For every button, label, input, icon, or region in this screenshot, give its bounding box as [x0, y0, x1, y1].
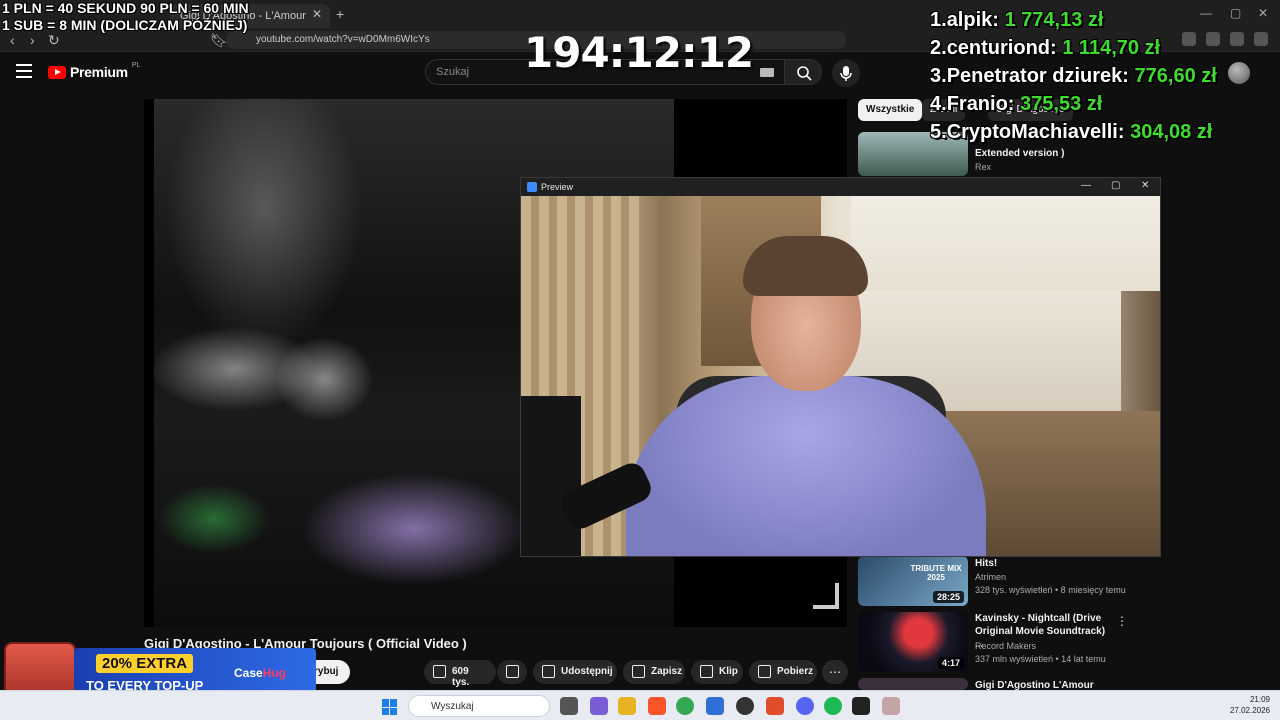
- menu-icon[interactable]: [1254, 32, 1268, 46]
- preview-titlebar[interactable]: Preview — ▢ ✕: [521, 178, 1160, 196]
- leaderboard-row: 3.Penetrator dziurek: 776,60 zł: [930, 65, 1217, 87]
- preview-title: Preview: [541, 182, 574, 192]
- keyboard-icon[interactable]: [760, 68, 774, 77]
- search-icon: [797, 66, 812, 81]
- reload-icon[interactable]: ↻: [48, 32, 60, 49]
- download-icon: [758, 665, 771, 678]
- youtube-logo[interactable]: Premium PL: [48, 61, 141, 80]
- app-icon[interactable]: [882, 697, 900, 715]
- maximize-icon[interactable]: ▢: [1111, 180, 1120, 191]
- store-icon[interactable]: [706, 697, 724, 715]
- terminal-icon[interactable]: [852, 697, 870, 715]
- dislike-button[interactable]: [497, 660, 527, 684]
- channel-watermark-icon: [813, 583, 839, 609]
- forward-icon[interactable]: ›: [30, 32, 35, 48]
- brave-icon[interactable]: [766, 697, 784, 715]
- close-window-icon[interactable]: ✕: [1258, 6, 1268, 20]
- microphone-icon: [840, 66, 852, 81]
- video-duration: 28:25: [932, 591, 964, 603]
- taskview-icon[interactable]: [560, 697, 578, 715]
- recommendation-channel[interactable]: Record Makers: [975, 641, 1036, 651]
- system-clock[interactable]: 21:09 27.02.2026: [1230, 694, 1270, 716]
- search-button[interactable]: [784, 59, 822, 85]
- windows-start-icon[interactable]: [382, 699, 398, 715]
- leaderboard-row: 5.CryptoMachiavelli: 304,08 zł: [930, 121, 1213, 143]
- video-duration: 4:17: [937, 657, 964, 669]
- more-actions-button[interactable]: ⋯: [822, 660, 848, 684]
- minimize-icon[interactable]: —: [1081, 180, 1091, 191]
- bookmark-icon: [632, 665, 645, 678]
- youtube-play-icon: [48, 65, 66, 79]
- leaderboard-row: 2.centuriond: 1 114,70 zł: [930, 37, 1161, 59]
- back-icon[interactable]: ‹: [10, 32, 15, 48]
- logo-text: Premium: [70, 64, 128, 80]
- download-label: Pobierz: [777, 666, 814, 677]
- recommendation-thumbnail[interactable]: TRIBUTE MIX 2025 28:25: [858, 556, 968, 606]
- recommendation-title[interactable]: Hits!: [975, 557, 1105, 570]
- new-tab-icon[interactable]: +: [336, 6, 344, 22]
- thumbnail-label: TRIBUTE MIX 2025: [910, 564, 962, 582]
- chrome-icon[interactable]: [676, 697, 694, 715]
- like-button[interactable]: 609 tys.: [424, 660, 496, 688]
- clock-date: 27.02.2026: [1229, 706, 1270, 715]
- download-button[interactable]: Pobierz: [749, 660, 817, 684]
- share-label: Udostępnij: [561, 666, 613, 677]
- share-icon: [542, 665, 555, 678]
- subathon-timer: 194:12:12: [524, 28, 754, 77]
- donation-rules-overlay: 1 PLN = 40 SEKUND 90 PLN = 60 MIN 1 SUB …: [2, 0, 249, 34]
- thumbs-down-icon: [506, 665, 519, 678]
- save-button[interactable]: Zapisz: [623, 660, 685, 684]
- recommendation-meta: 337 mln wyświetleń • 14 lat temu: [975, 654, 1106, 664]
- copilot-icon[interactable]: [590, 697, 608, 715]
- preview-window[interactable]: Preview — ▢ ✕: [520, 177, 1161, 557]
- thumbs-up-icon: [433, 665, 446, 678]
- windows-taskbar: Wyszukaj 21:09 27.02.2026: [0, 690, 1280, 720]
- clip-button[interactable]: Klip: [691, 660, 743, 684]
- scissors-icon: [700, 665, 713, 678]
- donor-leaderboard: 1.alpik: 1 774,13 zł 2.centuriond: 1 114…: [930, 6, 1217, 146]
- donation-rule-line: 1 SUB = 8 MIN (DOLICZAM PÓŹNIEJ): [2, 17, 248, 33]
- maximize-window-icon[interactable]: ▢: [1230, 6, 1241, 20]
- clip-label: Klip: [719, 666, 738, 677]
- avatar[interactable]: [1228, 62, 1250, 84]
- obs-icon[interactable]: [736, 697, 754, 715]
- spotify-icon[interactable]: [824, 697, 842, 715]
- file-explorer-icon[interactable]: [618, 697, 636, 715]
- extension-icon[interactable]: [1230, 32, 1244, 46]
- donation-rule-line: 1 PLN = 40 SEKUND 90 PLN = 60 MIN: [2, 0, 249, 16]
- recommendation-meta: 328 tys. wyświetleń • 8 miesięcy temu: [975, 585, 1126, 595]
- leaderboard-row: 4.Franio: 375,53 zł: [930, 93, 1103, 115]
- clock-time: 21:09: [1249, 695, 1270, 704]
- like-count: 609 tys.: [452, 666, 470, 688]
- leaderboard-row: 1.alpik: 1 774,13 zł: [930, 9, 1104, 31]
- share-button[interactable]: Udostępnij: [533, 660, 617, 684]
- preview-app-icon: [527, 182, 537, 192]
- tab-close-icon[interactable]: ✕: [312, 7, 322, 21]
- logo-region: PL: [131, 61, 141, 69]
- recommendation-channel[interactable]: Rex: [975, 162, 991, 172]
- hamburger-menu-icon[interactable]: [16, 64, 32, 78]
- recommendation-channel[interactable]: Atrimen: [975, 572, 1006, 582]
- sponsor-brand: CaseHug: [234, 666, 287, 680]
- voice-search-button[interactable]: [832, 59, 860, 87]
- discord-icon[interactable]: [796, 697, 814, 715]
- recommendation-thumbnail[interactable]: [858, 678, 968, 690]
- promo-headline: 20% EXTRA: [96, 654, 194, 673]
- close-icon[interactable]: ✕: [1141, 180, 1149, 191]
- webcam-feed: [521, 196, 1160, 556]
- chip-all[interactable]: Wszystkie: [858, 99, 923, 121]
- recommendation-title[interactable]: Extended version ): [975, 147, 1105, 160]
- more-options-icon[interactable]: ⋮: [1116, 614, 1128, 628]
- save-label: Zapisz: [651, 666, 683, 677]
- brave-icon[interactable]: [648, 697, 666, 715]
- taskbar-search[interactable]: Wyszukaj: [408, 695, 550, 717]
- recommendation-thumbnail[interactable]: 4:17: [858, 612, 968, 672]
